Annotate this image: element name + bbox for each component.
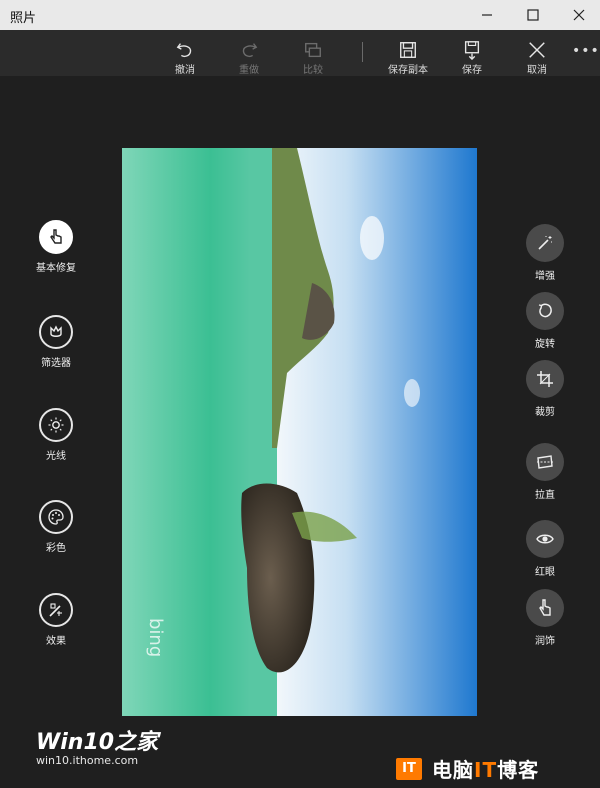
photo-image: bing	[122, 148, 477, 716]
blog-name: 电脑IT博客	[432, 754, 539, 783]
maximize-button[interactable]	[510, 0, 556, 30]
win10-watermark: Win10之家 win10.ithome.com	[36, 724, 158, 767]
undo-button[interactable]: 撤消	[157, 30, 213, 76]
save-copy-button[interactable]: 保存副本	[380, 30, 436, 76]
tool-label: 拉直	[535, 490, 555, 501]
compare-label: 比较	[303, 65, 323, 76]
redo-button[interactable]: 重做	[221, 30, 277, 76]
blog-it: IT	[474, 758, 498, 782]
cancel-label: 取消	[527, 65, 547, 76]
tool-label: 效果	[46, 636, 66, 647]
tool-label: 裁剪	[535, 407, 555, 418]
tool-basic-fix[interactable]: 基本修复	[16, 220, 96, 274]
photo-canvas[interactable]: bing	[122, 148, 477, 716]
tool-label: 彩色	[46, 543, 66, 554]
save-icon	[400, 42, 416, 58]
effects-icon	[39, 593, 73, 627]
tool-label: 基本修复	[36, 263, 76, 274]
compare-button[interactable]: 比较	[285, 30, 341, 76]
tool-effects[interactable]: 效果	[16, 593, 96, 647]
tool-rotate[interactable]: 旋转	[505, 292, 585, 350]
filter-icon	[39, 315, 73, 349]
cancel-icon	[529, 42, 545, 58]
blog-watermark: IT 电脑IT博客	[396, 754, 539, 783]
toolbar-separator	[362, 42, 363, 62]
redo-label: 重做	[239, 65, 259, 76]
tool-retouch[interactable]: 润饰	[505, 589, 585, 647]
bing-watermark: bing	[145, 618, 166, 657]
tool-label: 红眼	[535, 567, 555, 578]
blog-prefix: 电脑	[432, 758, 474, 782]
save-button[interactable]: 保存	[444, 30, 500, 76]
more-icon: •••	[572, 43, 600, 59]
tool-enhance[interactable]: 增强	[505, 224, 585, 282]
tool-red-eye[interactable]: 红眼	[505, 520, 585, 578]
tool-label: 旋转	[535, 339, 555, 350]
eye-icon	[526, 520, 564, 558]
close-window-button[interactable]	[556, 0, 600, 30]
save-overwrite-icon	[464, 41, 480, 60]
tool-label: 筛选器	[41, 358, 71, 369]
palette-icon	[39, 500, 73, 534]
edit-toolbar: 撤消 重做 比较 保存副本 保存 取消 •••	[0, 30, 600, 76]
magic-wand-icon	[526, 224, 564, 262]
tool-label: 光线	[46, 451, 66, 462]
rotate-icon	[526, 292, 564, 330]
watermark-brand: Win10之家	[36, 730, 159, 755]
save-copy-label: 保存副本	[388, 65, 428, 76]
touch-icon	[39, 220, 73, 254]
more-options-button[interactable]: •••	[572, 40, 600, 66]
tool-label: 润饰	[535, 636, 555, 647]
crop-icon	[526, 360, 564, 398]
redo-icon	[242, 43, 258, 57]
blog-logo: IT	[396, 757, 422, 780]
maximize-icon	[527, 9, 539, 21]
tool-color[interactable]: 彩色	[16, 500, 96, 554]
save-label: 保存	[462, 65, 482, 76]
title-bar: 照片	[0, 0, 600, 30]
straighten-icon	[526, 443, 564, 481]
undo-label: 撤消	[175, 65, 195, 76]
close-icon	[573, 9, 585, 21]
tool-crop[interactable]: 裁剪	[505, 360, 585, 418]
compare-icon	[305, 42, 321, 58]
minimize-icon	[482, 14, 492, 16]
tool-filter[interactable]: 筛选器	[16, 315, 96, 369]
cancel-button[interactable]: 取消	[509, 30, 565, 76]
tool-label: 增强	[535, 271, 555, 282]
blog-suffix: 博客	[497, 758, 540, 782]
tool-light[interactable]: 光线	[16, 408, 96, 462]
sun-icon	[39, 408, 73, 442]
undo-icon	[176, 43, 192, 57]
retouch-icon	[526, 589, 564, 627]
minimize-button[interactable]	[464, 0, 510, 30]
app-title: 照片	[10, 11, 37, 26]
tool-straighten[interactable]: 拉直	[505, 443, 585, 501]
